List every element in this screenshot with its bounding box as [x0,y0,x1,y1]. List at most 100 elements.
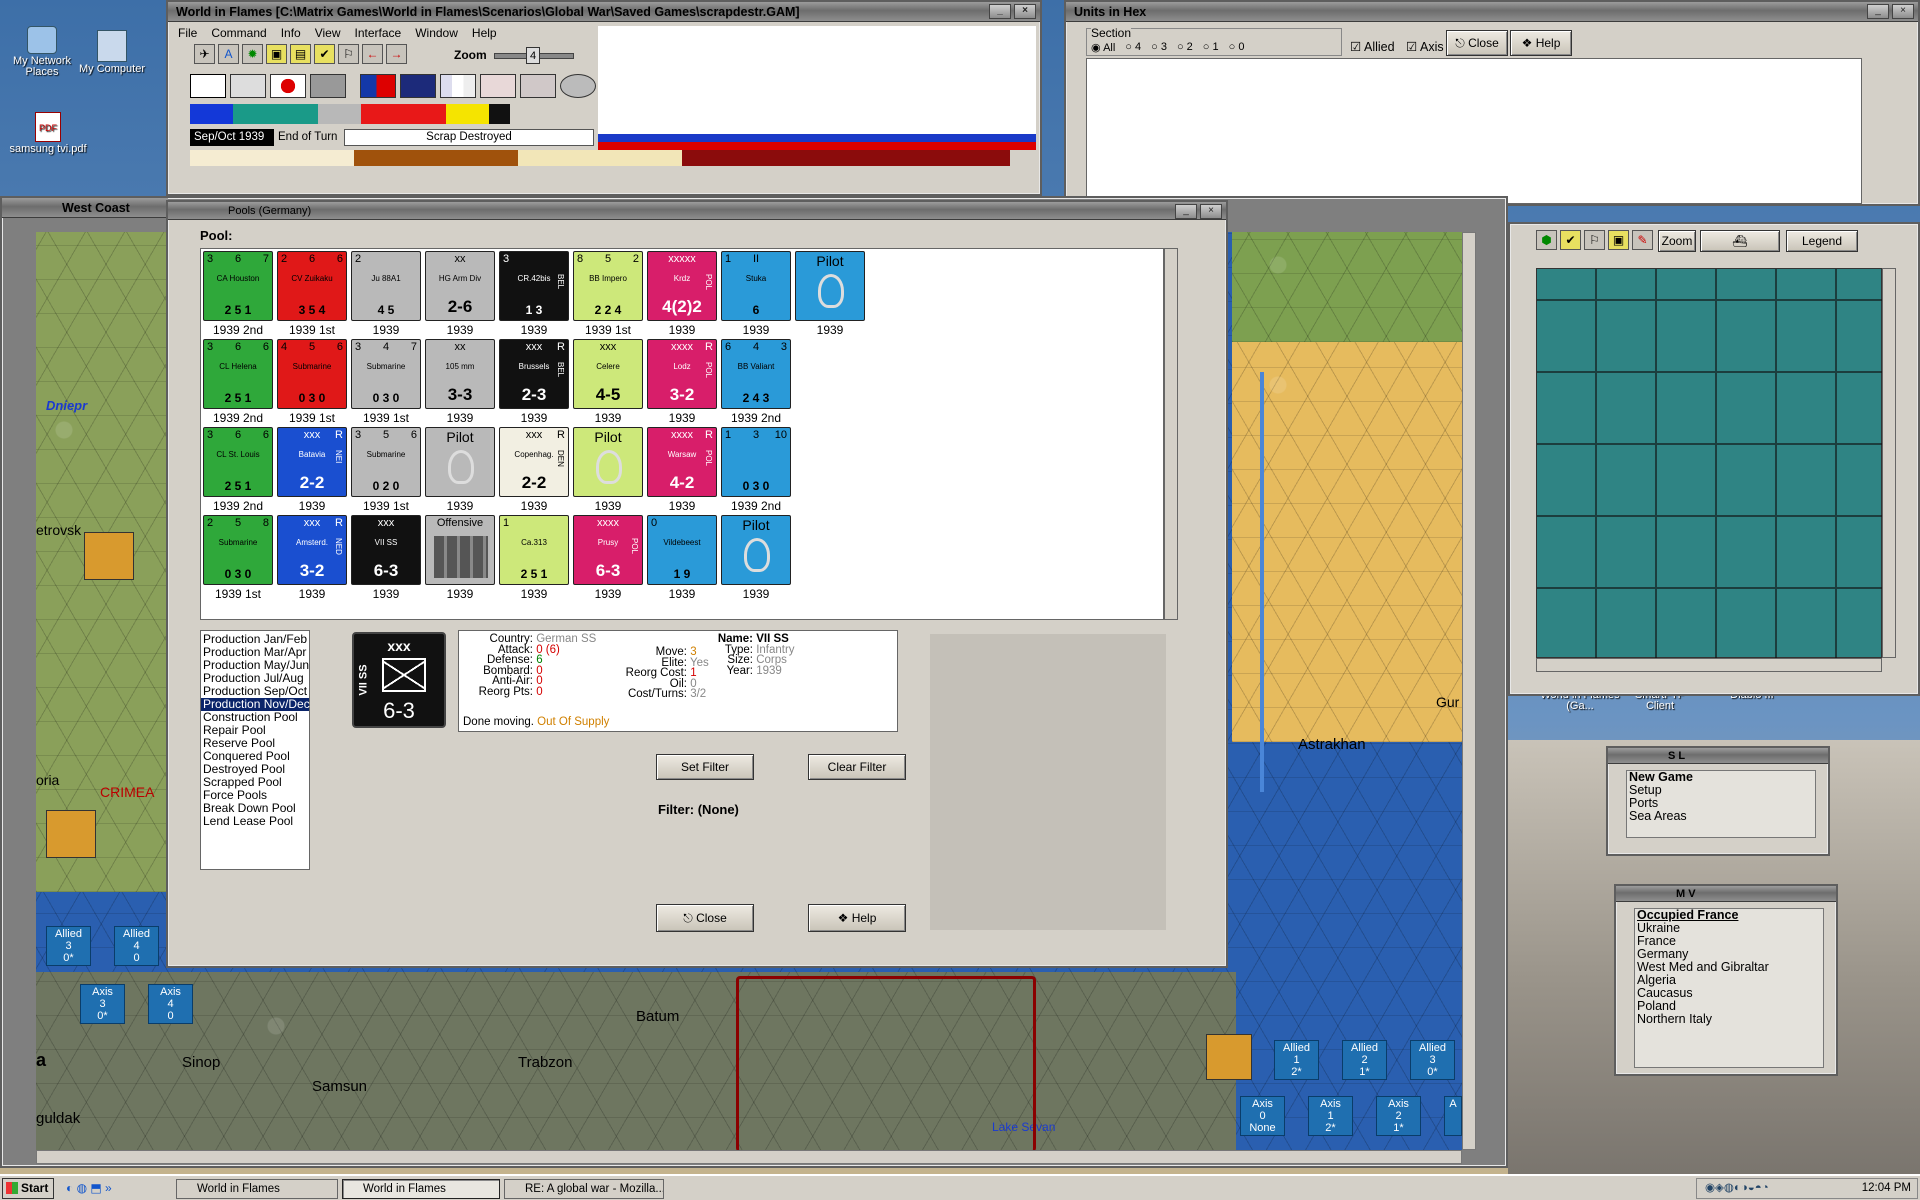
save-tool-icon[interactable]: ▣ [1608,230,1629,250]
axis-stack[interactable]: Axis 0 None [1240,1096,1285,1136]
pool-unit-counter[interactable]: Pilot [721,515,791,585]
pool-unit-counter[interactable]: 1 II Stuka 6 [721,251,791,321]
radio-0[interactable]: ○ 0 [1229,41,1245,54]
flag-tool-icon[interactable]: ⚐ [1584,230,1605,250]
uk-flag-icon[interactable] [400,74,436,98]
pool-unit-counter[interactable]: xxx Celere 4-5 [573,339,643,409]
pen-tool-icon[interactable]: ✎ [1632,230,1653,250]
units-help-button[interactable]: ❖ Help [1510,30,1572,56]
map-unit-counter[interactable] [1206,1034,1252,1080]
allied-stack[interactable]: Allied 3 0* [46,926,91,966]
pool-unit-counter[interactable]: Pilot [795,251,865,321]
pool-unit-counter[interactable]: 3 6 6 CL St. Louis 2 5 1 [203,427,273,497]
italy-flag-icon[interactable] [230,74,266,98]
china-flag-icon[interactable] [360,74,396,98]
map-scrollbar-vertical[interactable] [1462,232,1476,1150]
pool-unit-counter[interactable]: xxx R Copenhag. 2-2 DEN [499,427,569,497]
neutral-flag-icon[interactable] [560,74,596,98]
pool-unit-counter[interactable]: Pilot [573,427,643,497]
menu-file[interactable]: File [178,24,197,42]
pool-unit-counter[interactable]: 1 3 10 0 3 0 [721,427,791,497]
minimize-button[interactable]: _ [1867,4,1889,19]
close-icon[interactable]: × [1014,4,1036,19]
sl-item-sea-areas[interactable]: Sea Areas [1627,810,1815,823]
menu-interface[interactable]: Interface [355,24,402,42]
pool-unit-counter[interactable]: 3 6 6 CL Helena 2 5 1 [203,339,273,409]
axis-stack[interactable]: A [1444,1096,1462,1136]
text-tool-icon[interactable]: A [218,44,239,64]
pool-unit-counter[interactable]: xxxx R Lodz 3-2 POL [647,339,717,409]
pool-unit-counter[interactable]: 1 Ca.313 2 5 1 [499,515,569,585]
hex-tool-icon[interactable]: ⬢ [1536,230,1557,250]
menu-info[interactable]: Info [281,24,301,42]
desktop-icon-pdf[interactable]: PDF samsung tvi.pdf [8,112,88,155]
check-tool-icon[interactable]: ✔ [314,44,335,64]
axis-checkbox[interactable]: ☑ Axis [1406,39,1444,54]
menu-command[interactable]: Command [211,24,266,42]
close-icon[interactable]: × [1200,204,1222,219]
desktop-icon-network[interactable]: My Network Places [2,26,82,78]
units-close-button[interactable]: ⎋ Close [1446,30,1508,56]
overview-ships-button[interactable]: ⛴ [1700,230,1780,252]
pool-unit-counter[interactable]: 0 Vildebeest 1 9 [647,515,717,585]
pool-unit-counter[interactable]: xxx VII SS 6-3 [351,515,421,585]
allied-stack[interactable]: Allied 3 0* [1410,1040,1455,1080]
mv-item-northern-italy[interactable]: Northern Italy [1635,1013,1823,1026]
usa-flag-icon[interactable] [480,74,516,98]
check-tool-icon[interactable]: ✔ [1560,230,1581,250]
pool-unit-counter[interactable]: xx 105 mm 3-3 [425,339,495,409]
overview-zoom-button[interactable]: Zoom [1658,230,1696,252]
tray-icons[interactable]: ◉◈◍◐◑◒◓◔ [1705,1182,1769,1194]
task-world-in-flames-2[interactable]: World in Flames [342,1179,500,1199]
back-arrow-icon[interactable]: ← [362,44,383,64]
allied-stack[interactable]: Allied 1 2* [1274,1040,1319,1080]
minimize-button[interactable]: _ [989,4,1011,19]
minimize-button[interactable]: _ [1175,204,1197,219]
radio-4[interactable]: ○ 4 [1125,41,1141,54]
pool-unit-counter[interactable]: 2 Ju 88A1 4 5 [351,251,421,321]
forward-arrow-icon[interactable]: → [386,44,407,64]
axis-stack[interactable]: Axis 1 2* [1308,1096,1353,1136]
pool-unit-counter[interactable]: 2 6 6 CV Zuikaku 3 5 4 [277,251,347,321]
ussr-flag-icon[interactable] [520,74,556,98]
pool-unit-counter[interactable]: 6 4 3 BB Valiant 2 4 3 [721,339,791,409]
overview-scrollbar-h[interactable] [1536,658,1882,672]
pool-unit-counter[interactable]: xxx R Amsterd. 3-2 NED [277,515,347,585]
japan-flag-icon[interactable] [270,74,306,98]
pool-unit-counter[interactable]: 4 5 6 Submarine 0 3 0 [277,339,347,409]
flag-tool-icon[interactable]: ⚐ [338,44,359,64]
menu-help[interactable]: Help [472,24,497,42]
pool-unit-counter[interactable]: xxx R Batavia 2-2 NEI [277,427,347,497]
plane-tool-icon[interactable]: ✈ [194,44,215,64]
axis-stack[interactable]: Axis 3 0* [80,984,125,1024]
pool-unit-counter[interactable]: Offensive [425,515,495,585]
pool-scrollbar[interactable] [1164,248,1178,620]
radio-3[interactable]: ○ 3 [1151,41,1167,54]
zoom-slider-thumb[interactable]: 4 [526,47,540,64]
vichy-flag-icon[interactable] [310,74,346,98]
close-icon[interactable]: × [1892,4,1914,19]
task-mozilla[interactable]: RE: A global war - Mozilla... [504,1179,664,1199]
allied-stack[interactable]: Allied 2 1* [1342,1040,1387,1080]
overview-scrollbar-v[interactable] [1882,268,1896,658]
units-list-area[interactable] [1086,58,1862,204]
radio-1[interactable]: ○ 1 [1203,41,1219,54]
radio-all[interactable]: ◉ All [1091,41,1115,54]
map-unit-counter[interactable] [84,532,134,580]
desktop-icon-computer[interactable]: My Computer [72,30,152,75]
pool-unit-counter[interactable]: xxxxx Krdz 4(2)2 POL [647,251,717,321]
allied-stack[interactable]: Allied 4 0 [114,926,159,966]
menu-window[interactable]: Window [415,24,458,42]
pools-close-button[interactable]: ⎋ Close [656,904,754,932]
grid-tool-icon[interactable]: ▤ [290,44,311,64]
pool-unit-counter[interactable]: xxxx Prusy 6-3 POL [573,515,643,585]
menu-view[interactable]: View [315,24,341,42]
allied-checkbox[interactable]: ☑ Allied [1350,39,1395,54]
pool-unit-counter[interactable]: xx HG Arm Div 2-6 [425,251,495,321]
map-scrollbar-horizontal[interactable] [36,1150,1462,1164]
axis-stack[interactable]: Axis 2 1* [1376,1096,1421,1136]
overview-legend-button[interactable]: Legend [1786,230,1858,252]
map-unit-counter[interactable] [46,810,96,858]
start-button[interactable]: Start [2,1178,54,1199]
france-flag-icon[interactable] [440,74,476,98]
